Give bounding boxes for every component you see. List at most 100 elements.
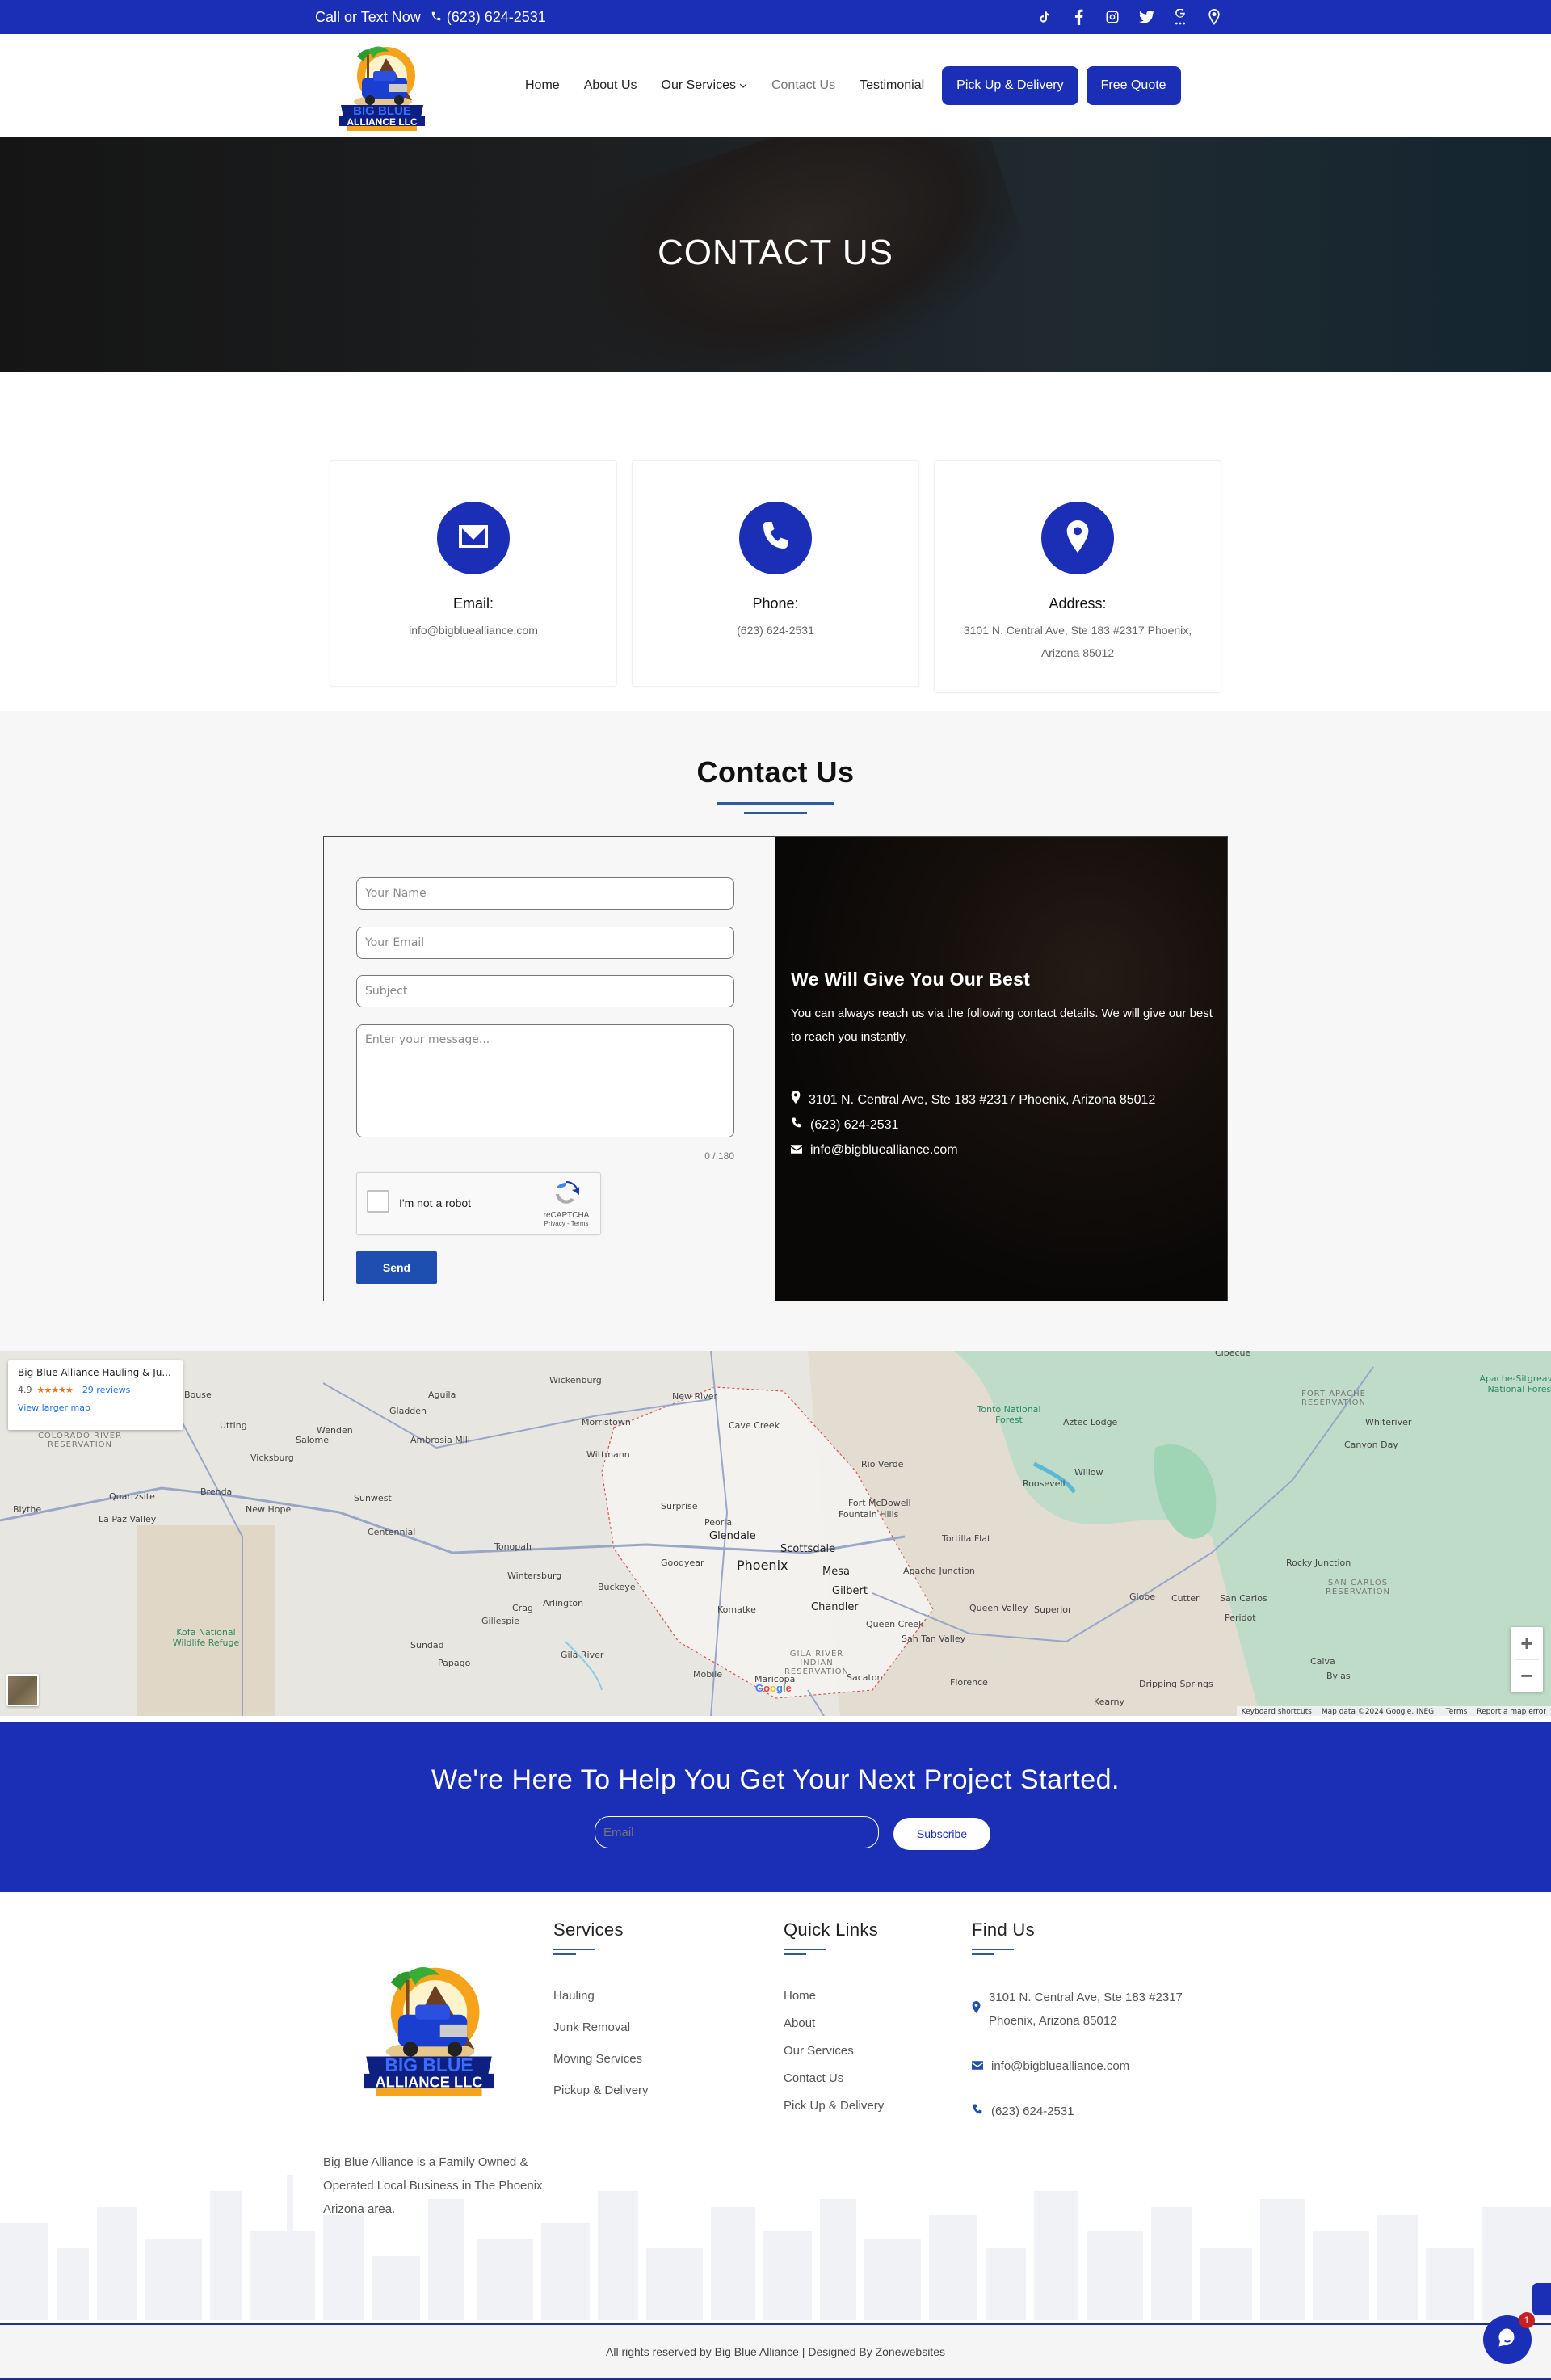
nav-contact-us[interactable]: Contact Us: [771, 78, 835, 93]
map-place-label: Gladden: [389, 1406, 427, 1416]
heading-underline-short: [784, 1953, 806, 1955]
nav-menu: Home About Us Our Services Contact Us Te…: [525, 34, 1181, 137]
phone-card: Phone: (623) 624-2531: [632, 460, 919, 687]
newsletter-email-input[interactable]: [595, 1816, 879, 1848]
top-bar: Call or Text Now (623) 624-2531: [0, 0, 1551, 34]
map-pin-icon: [791, 1087, 801, 1112]
map-place-label: New River: [672, 1391, 717, 1402]
map-place-card: Big Blue Alliance Hauling & Ju... 4.9 ★★…: [8, 1360, 183, 1430]
facebook-icon[interactable]: [1070, 9, 1087, 25]
nav-home[interactable]: Home: [525, 78, 560, 93]
recaptcha-branding: reCAPTCHA Privacy - Terms: [540, 1180, 592, 1227]
panel-email: info@bigbluealliance.com: [810, 1143, 958, 1157]
footer-quick-link[interactable]: Contact Us: [784, 2071, 884, 2085]
map-place-label: Wittmann: [586, 1449, 630, 1460]
contact-details-panel: We Will Give You Our Best You can always…: [775, 837, 1227, 1301]
map-place-label: Apache-Sitgreaves National Forest: [1479, 1373, 1551, 1394]
chat-widget-button[interactable]: 1: [1483, 2312, 1535, 2364]
map-place-label: Mobile: [693, 1669, 723, 1680]
report-map-error-link[interactable]: Report a map error: [1477, 1708, 1546, 1716]
map-place-label: Canyon Day: [1344, 1440, 1398, 1450]
free-quote-button[interactable]: Free Quote: [1086, 66, 1181, 105]
nav-testimonial[interactable]: Testimonial: [860, 78, 924, 93]
pickup-delivery-button[interactable]: Pick Up & Delivery: [942, 66, 1078, 105]
email-input[interactable]: [356, 927, 734, 959]
map-place-label: Crag: [512, 1603, 533, 1613]
map-place-label: Whiteriver: [1365, 1417, 1412, 1428]
contact-form-box: 0 / 180 I'm not a robot reCAPTCHA Privac…: [323, 836, 1228, 1301]
terms-link[interactable]: Terms: [1446, 1708, 1468, 1716]
footer-phone[interactable]: (623) 624-2531: [972, 2100, 1215, 2123]
recaptcha-privacy-terms[interactable]: Privacy - Terms: [540, 1220, 592, 1227]
map-data-text: Map data ©2024 Google, INEGI: [1321, 1708, 1436, 1716]
view-larger-map-link[interactable]: View larger map: [18, 1402, 173, 1413]
rating-value: 4.9: [18, 1385, 32, 1395]
map-place-label: Bylas: [1326, 1671, 1351, 1681]
message-textarea[interactable]: [356, 1024, 734, 1137]
footer-logo[interactable]: BIG BLUE ALLIANCE LLC: [354, 1955, 504, 2104]
footer-email-text: info@bigbluealliance.com: [991, 2059, 1130, 2073]
google-reviews-icon[interactable]: [1172, 9, 1188, 25]
map-place-label: Quartzsite: [109, 1491, 155, 1502]
name-input[interactable]: [356, 877, 734, 910]
keyboard-shortcuts-link[interactable]: Keyboard shortcuts: [1242, 1708, 1312, 1716]
footer-phone-text: (623) 624-2531: [991, 2105, 1074, 2118]
nav-our-services[interactable]: Our Services: [662, 78, 747, 93]
footer-quick-link[interactable]: About: [784, 2016, 884, 2030]
footer-quick-link[interactable]: Our Services: [784, 2044, 884, 2058]
footer-service-link[interactable]: Hauling: [553, 1989, 649, 2003]
send-button[interactable]: Send: [356, 1251, 437, 1284]
satellite-toggle[interactable]: [6, 1674, 39, 1706]
recaptcha-label: I'm not a robot: [399, 1196, 472, 1209]
google-map[interactable]: Big Blue Alliance Hauling & Ju... 4.9 ★★…: [0, 1351, 1551, 1716]
email-card-value[interactable]: info@bigbluealliance.com: [330, 619, 616, 641]
instagram-icon[interactable]: [1104, 9, 1120, 25]
twitter-icon[interactable]: [1138, 9, 1154, 25]
tiktok-icon[interactable]: [1036, 9, 1053, 25]
map-place-label: Willow: [1074, 1467, 1103, 1478]
footer-service-link[interactable]: Junk Removal: [553, 2020, 649, 2034]
envelope-icon: [457, 524, 490, 553]
panel-text: You can always reach us via the followin…: [791, 1007, 1213, 1044]
chat-notification-badge: 1: [1519, 2312, 1535, 2328]
reviews-link[interactable]: 29 reviews: [82, 1385, 131, 1395]
phone-icon: [791, 1112, 802, 1137]
map-zoom-controls: + −: [1511, 1627, 1543, 1692]
map-place-label: Blythe: [13, 1504, 42, 1515]
zoom-out-button[interactable]: −: [1511, 1659, 1543, 1692]
map-place-label: Bouse: [184, 1390, 212, 1400]
site-logo[interactable]: BIG BLUE ALLIANCE LLC: [333, 42, 431, 132]
heading-underline: [553, 1949, 595, 1950]
svg-text:ALLIANCE LLC: ALLIANCE LLC: [375, 2074, 482, 2091]
map-place-label: Aguila: [428, 1390, 456, 1400]
map-place-label: Centennial: [368, 1527, 416, 1537]
subject-input[interactable]: [356, 975, 734, 1007]
subscribe-button[interactable]: Subscribe: [893, 1818, 990, 1850]
map-place-label: Sunwest: [354, 1493, 392, 1503]
zoom-in-button[interactable]: +: [1511, 1627, 1543, 1659]
map-place-label: Rocky Junction: [1286, 1558, 1351, 1568]
recaptcha-checkbox[interactable]: [367, 1190, 389, 1213]
map-place-label: Peoria: [704, 1517, 733, 1528]
nav-about-us[interactable]: About Us: [584, 78, 637, 93]
footer-quick-link[interactable]: Home: [784, 1989, 884, 2003]
footer-address-text: 3101 N. Central Ave, Ste 183 #2317 Phoen…: [989, 1991, 1183, 2028]
phone-icon: [761, 520, 790, 557]
footer-quick-link[interactable]: Pick Up & Delivery: [784, 2099, 884, 2113]
svg-text:ALLIANCE LLC: ALLIANCE LLC: [347, 116, 418, 128]
map-place-label: Tonopah: [494, 1541, 532, 1552]
phone-card-value[interactable]: (623) 624-2531: [633, 619, 918, 641]
footer-email[interactable]: info@bigbluealliance.com: [972, 2054, 1215, 2078]
panel-phone-item[interactable]: (623) 624-2531: [791, 1112, 1219, 1137]
panel-email-item[interactable]: info@bigbluealliance.com: [791, 1137, 1219, 1163]
footer-service-link[interactable]: Moving Services: [553, 2052, 649, 2066]
map-place-label: San Tan Valley: [902, 1634, 966, 1644]
map-place-label: Gilbert: [832, 1585, 868, 1597]
logo-image: BIG BLUE ALLIANCE LLC: [339, 46, 425, 131]
location-pin-icon[interactable]: [1206, 9, 1222, 25]
map-place-label: Tonto National Forest: [977, 1404, 1041, 1425]
footer-service-link[interactable]: Pickup & Delivery: [553, 2084, 649, 2097]
map-place-label: Globe: [1129, 1592, 1156, 1602]
map-pin-icon: [1066, 519, 1089, 557]
topbar-phone-link[interactable]: (623) 624-2531: [431, 9, 546, 26]
